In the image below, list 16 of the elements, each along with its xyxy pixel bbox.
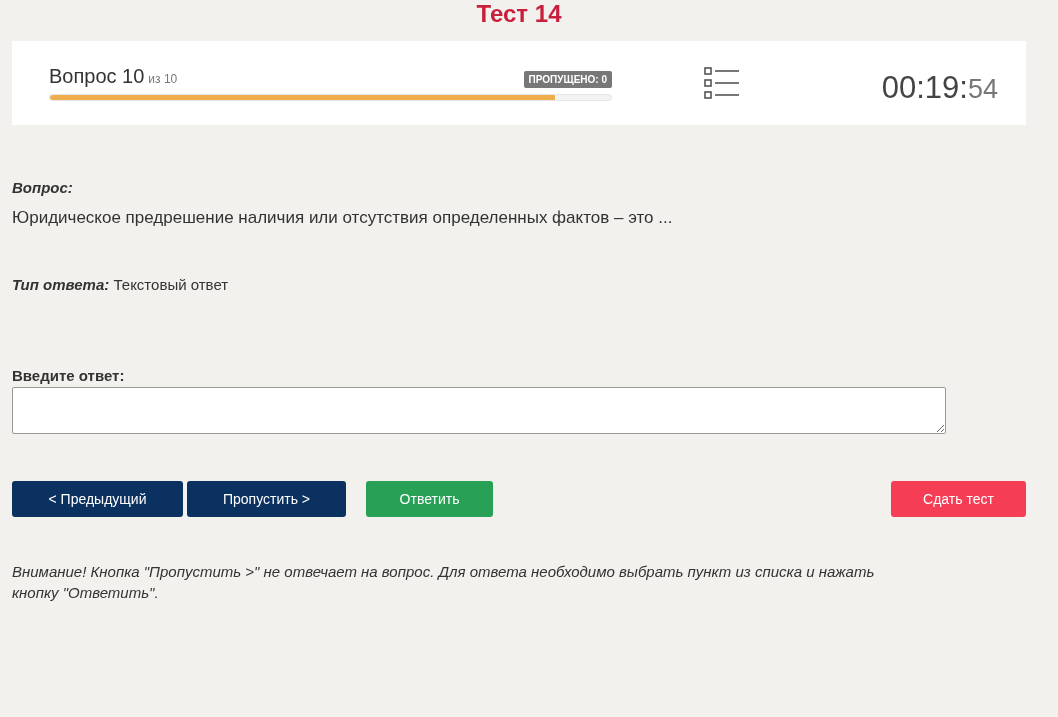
question-list-icon[interactable] — [704, 67, 740, 99]
nav-button[interactable]: Пропустить > — [187, 481, 346, 517]
skipped-badge: ПРОПУЩЕНО: 0 — [523, 71, 612, 88]
question-number: Вопрос 10 — [49, 65, 145, 87]
warning-note: Внимание! Кнопка "Пропустить >" не отвечает на вопрос. Для ответа необходимо выбрать пункт из списка и нажать кнопку "Ответить". — [12, 562, 876, 603]
timer: 00:19:54 — [881, 71, 998, 103]
finish-test-button[interactable]: Сдать тест — [891, 481, 1026, 517]
question-label: Вопрос: — [12, 178, 74, 198]
question-text: Юридическое предрешение наличия или отсутствия определенных фактов – это ... — [12, 206, 674, 229]
question-total: из 10 — [148, 71, 178, 88]
answer-field-label: Введите ответ: — [12, 365, 126, 386]
answer-type-label: Тип ответа: — [12, 276, 110, 293]
answer-type-value: Текстовый ответ — [113, 276, 229, 293]
page-title: Тест 14 — [475, 0, 563, 29]
answer-field[interactable] — [12, 387, 946, 434]
nav-button[interactable]: < Предыдущий — [12, 481, 183, 517]
